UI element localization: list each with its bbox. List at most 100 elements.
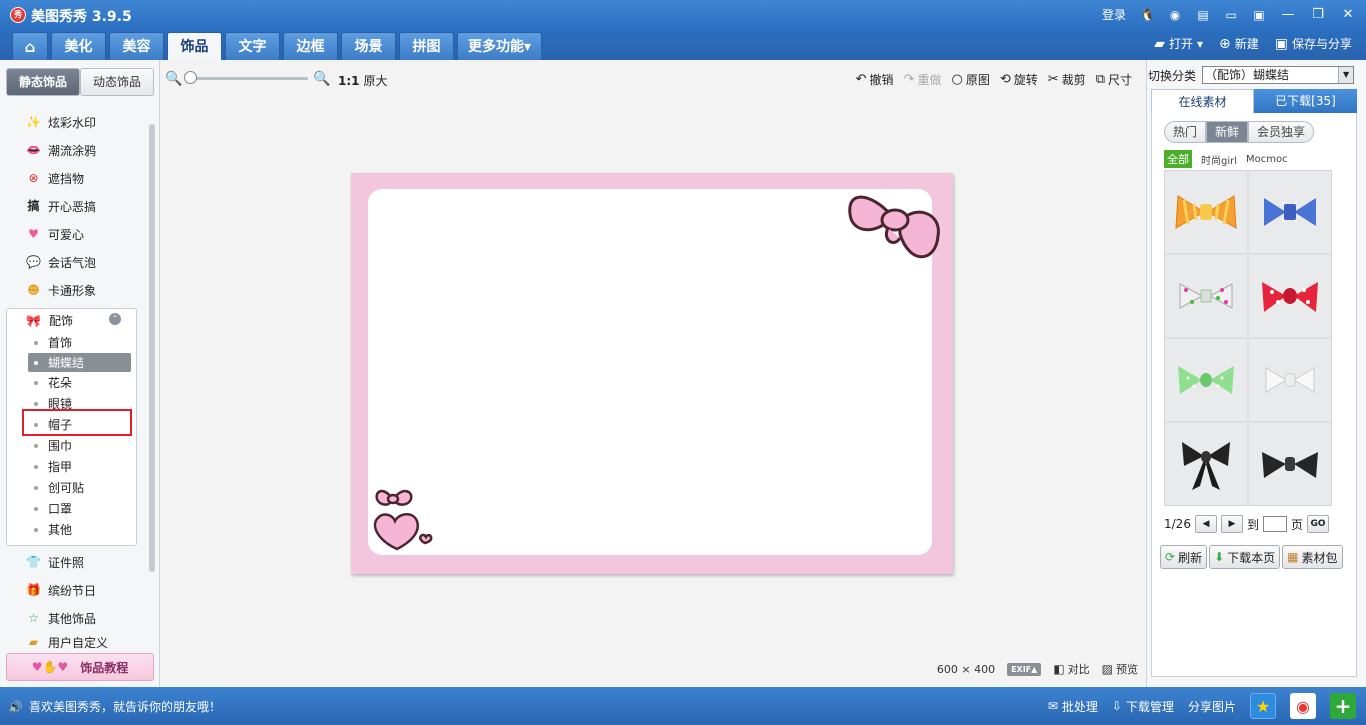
category-item[interactable]: ♥ 可爱心 xyxy=(0,220,148,248)
left-scrollbar[interactable] xyxy=(148,116,156,646)
tab-scene[interactable]: 场景 xyxy=(341,32,396,60)
login-link[interactable]: 登录 xyxy=(1102,6,1126,23)
add-plus-icon[interactable]: + xyxy=(1330,693,1356,719)
pill-vip[interactable]: 会员独享 xyxy=(1248,121,1315,143)
category-item[interactable]: 🎁 缤纷节日 xyxy=(0,576,148,604)
title-bar-controls: 登录 🐧 ◉ ▤ ▭ ▣ — ❐ ✕ xyxy=(1102,6,1356,23)
rotate-button[interactable]: ⟲ 旋转 xyxy=(1000,71,1038,88)
qq-icon[interactable]: 🐧 xyxy=(1140,8,1155,22)
tab-accessories[interactable]: 饰品 xyxy=(167,32,222,60)
subcategory-item[interactable]: 围巾 xyxy=(7,435,138,456)
actual-size-button[interactable]: 1:1 原大 xyxy=(338,72,388,89)
material-pack-button[interactable]: ▦ 素材包 xyxy=(1282,545,1343,569)
material-thumbnail[interactable] xyxy=(1249,171,1331,253)
compare-button[interactable]: ◧ 对比 xyxy=(1053,661,1089,677)
close-icon[interactable]: ✕ xyxy=(1340,7,1356,23)
category-item[interactable]: 💬 会话气泡 xyxy=(0,248,148,276)
accessory-tutorial-button[interactable]: ♥✋♥ 饰品教程 xyxy=(6,653,154,681)
edit-tools: ↶ 撤销 ↷ 重做 ○ 原图 ⟲ 旋转 ✂ 裁剪 ⧉ 尺寸 xyxy=(856,71,1132,88)
material-thumbnail[interactable] xyxy=(1165,171,1247,253)
exif-button[interactable]: EXIF▲ xyxy=(1007,662,1042,676)
next-page-icon[interactable]: ▶ xyxy=(1220,515,1243,533)
category-item[interactable]: ☻ 卡通形象 xyxy=(0,276,148,304)
zoom-slider[interactable] xyxy=(186,77,308,80)
batch-process-button[interactable]: ✉ 批处理 xyxy=(1048,698,1098,715)
minimize-icon[interactable]: — xyxy=(1280,7,1296,23)
pill-hot[interactable]: 热门 xyxy=(1164,121,1207,143)
hearts-sticker[interactable] xyxy=(369,483,439,555)
subcategory-item-selected[interactable]: 蝴蝶结 xyxy=(28,353,131,372)
download-manager-button[interactable]: ⇩ 下载管理 xyxy=(1112,698,1174,715)
page-number-input[interactable] xyxy=(1262,516,1287,532)
weibo-icon[interactable]: ◉ xyxy=(1168,8,1182,22)
tab-static-accessories[interactable]: 静态饰品 xyxy=(6,68,80,96)
crop-button[interactable]: ✂ 裁剪 xyxy=(1048,71,1086,88)
category-item[interactable]: ✨ 炫彩水印 xyxy=(0,108,148,136)
category-item[interactable]: 👕 证件照 xyxy=(0,548,148,576)
subcategory-item[interactable]: 创可贴 xyxy=(7,477,138,498)
category-item[interactable]: ▰ 用户自定义 xyxy=(0,632,148,652)
category-item[interactable]: 👄 潮流涂鸦 xyxy=(0,136,148,164)
prev-page-icon[interactable]: ◀ xyxy=(1194,515,1217,533)
category-item[interactable]: 搞开心恶搞 xyxy=(0,192,148,220)
skin-icon[interactable]: ▤ xyxy=(1196,8,1210,22)
tab-border[interactable]: 边框 xyxy=(283,32,338,60)
tab-text[interactable]: 文字 xyxy=(225,32,280,60)
filter-mocmoc[interactable]: Mocmoc xyxy=(1246,154,1288,165)
bow-sticker[interactable] xyxy=(842,174,952,274)
restore-icon[interactable]: ❐ xyxy=(1310,7,1326,23)
goto-label: 到 xyxy=(1246,517,1259,532)
original-image-button[interactable]: ○ 原图 xyxy=(951,71,989,88)
share-image-button[interactable]: 分享图片 xyxy=(1188,698,1236,715)
go-button[interactable]: GO xyxy=(1306,515,1329,533)
material-thumbnail[interactable] xyxy=(1165,255,1247,337)
subcategory-item[interactable]: 其他 xyxy=(7,519,138,540)
message-icon[interactable]: ▭ xyxy=(1224,8,1238,22)
category-item[interactable]: ⊗ 遮挡物 xyxy=(0,164,148,192)
category-item-accessory[interactable]: 🎀 配饰 xyxy=(26,312,73,329)
subcategory-item[interactable]: 花朵 xyxy=(7,372,138,393)
subcategory-item[interactable]: 口罩 xyxy=(7,498,138,519)
material-thumbnail[interactable] xyxy=(1249,423,1331,505)
material-thumbnail[interactable] xyxy=(1249,255,1331,337)
tab-beautify[interactable]: 美化 xyxy=(51,32,106,60)
redo-button[interactable]: ↷ 重做 xyxy=(904,71,942,88)
material-thumbnail[interactable] xyxy=(1249,339,1331,421)
material-thumbnail[interactable] xyxy=(1165,339,1247,421)
refresh-button[interactable]: ⟳ 刷新 xyxy=(1160,545,1208,569)
filter-all[interactable]: 全部 xyxy=(1164,150,1192,168)
tab-more[interactable]: 更多功能▾ xyxy=(457,32,543,60)
subcategory-item[interactable]: 指甲 xyxy=(7,456,138,477)
new-button[interactable]: ⊕ 新建 xyxy=(1219,35,1259,52)
settings-icon[interactable]: ▣ xyxy=(1252,8,1266,22)
weibo-share-icon[interactable]: ◉ xyxy=(1290,693,1316,719)
filter-fashion-girl[interactable]: 时尚girl xyxy=(1201,152,1237,167)
pill-new[interactable]: 新鲜 xyxy=(1206,121,1249,143)
share-message[interactable]: 🔊 喜欢美图秀秀，就告诉你的朋友哦！ xyxy=(8,698,221,715)
material-thumbnail[interactable] xyxy=(1165,423,1247,505)
star-icon[interactable]: ★ xyxy=(1250,693,1276,719)
custom-folder-icon: ▰ xyxy=(28,634,39,649)
tab-collage[interactable]: 拼图 xyxy=(399,32,454,60)
tab-downloaded[interactable]: 已下载[35] xyxy=(1254,89,1357,113)
zoom-in-icon[interactable]: 🔍 xyxy=(313,71,330,87)
zoom-slider-handle[interactable] xyxy=(184,71,197,84)
tab-online-materials[interactable]: 在线素材 xyxy=(1151,89,1254,113)
open-button[interactable]: ▰ 打开 ▾ xyxy=(1154,35,1203,52)
save-share-button[interactable]: ▣ 保存与分享 xyxy=(1275,35,1352,52)
category-item[interactable]: ☆ 其他饰品 xyxy=(0,604,148,632)
photo-canvas[interactable] xyxy=(351,173,953,574)
undo-button[interactable]: ↶ 撤销 xyxy=(856,71,894,88)
canvas-area[interactable]: 600 × 400 EXIF▲ ◧ 对比 ▨ 预览 xyxy=(160,98,1146,687)
tab-beauty[interactable]: 美容 xyxy=(109,32,164,60)
resize-button[interactable]: ⧉ 尺寸 xyxy=(1096,71,1132,88)
zoom-out-icon[interactable]: 🔍 xyxy=(165,71,182,87)
scrollbar-thumb[interactable] xyxy=(149,124,155,572)
home-icon[interactable]: ⌂ xyxy=(12,32,48,60)
category-select[interactable]: （配饰）蝴蝶结 ▼ xyxy=(1202,66,1355,84)
download-page-button[interactable]: ⬇ 下载本页 xyxy=(1209,545,1281,569)
tab-dynamic-accessories[interactable]: 动态饰品 xyxy=(80,68,154,96)
subcategory-item[interactable]: 首饰 xyxy=(7,332,138,353)
collapse-icon[interactable]: ⌃ xyxy=(109,313,121,325)
preview-button[interactable]: ▨ 预览 xyxy=(1102,661,1138,677)
